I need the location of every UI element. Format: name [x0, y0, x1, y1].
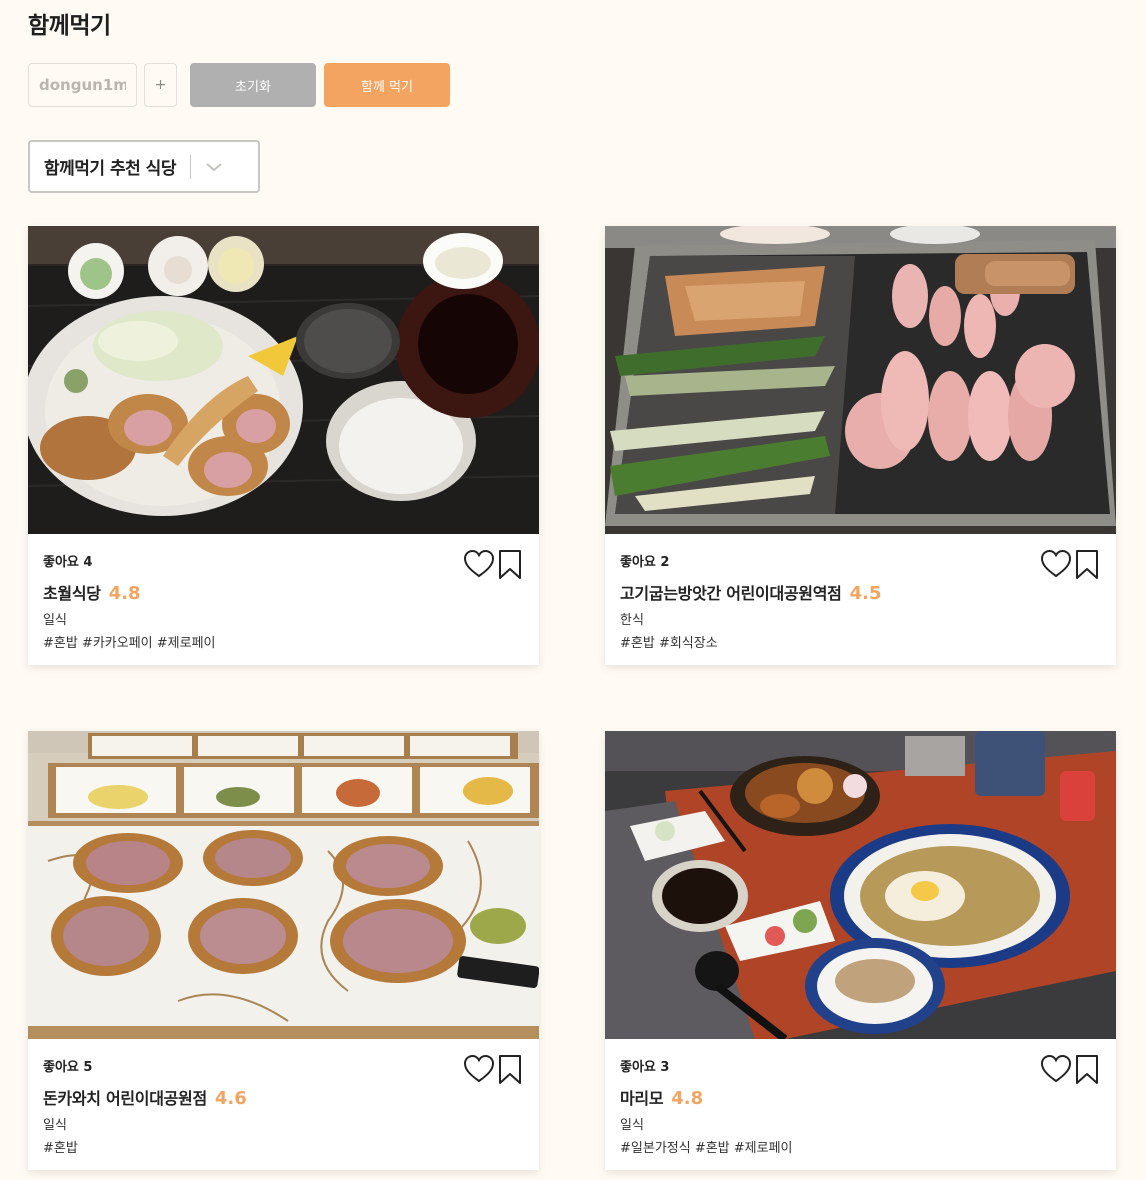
restaurant-title-row: 마리모 4.8: [620, 1085, 703, 1109]
tonkatsu-plate-photo: [28, 731, 539, 1039]
page-title: 함께먹기: [28, 13, 111, 39]
name-input[interactable]: [28, 63, 137, 107]
recommend-dropdown[interactable]: 함께먹기 추천 식당: [28, 140, 260, 193]
restaurant-rating: 4.6: [214, 1088, 247, 1109]
restaurant-category: 일식: [620, 1118, 644, 1133]
restaurant-category: 일식: [43, 1118, 67, 1133]
dropdown-divider: [189, 154, 191, 179]
heart-icon[interactable]: [463, 1054, 495, 1084]
restaurant-rating: 4.8: [671, 1088, 704, 1109]
tonkatsu-set-photo: [28, 226, 539, 534]
bookmark-icon[interactable]: [1075, 1054, 1099, 1085]
bookmark-icon[interactable]: [498, 549, 522, 580]
heart-icon[interactable]: [1040, 549, 1072, 579]
likes-count: 좋아요 5: [43, 1060, 93, 1075]
restaurant-tags: #일본가정식 #혼밥 #제로페이: [620, 1141, 793, 1156]
restaurant-card[interactable]: 좋아요 5 돈카와치 어린이대공원점 4.6 일식 #혼밥: [28, 731, 539, 1170]
add-name-button[interactable]: +: [144, 63, 177, 107]
heart-icon[interactable]: [1040, 1054, 1072, 1084]
restaurant-rating: 4.8: [108, 583, 141, 604]
heart-icon[interactable]: [463, 549, 495, 579]
restaurant-tags: #혼밥: [43, 1141, 78, 1156]
restaurant-card[interactable]: 좋아요 3 마리모 4.8 일식 #일본가정식 #혼밥 #제로페이: [605, 731, 1116, 1170]
restaurant-name[interactable]: 초월식당: [43, 580, 101, 604]
reset-button[interactable]: 초기화: [190, 63, 316, 107]
restaurant-rating: 4.5: [849, 583, 882, 604]
bookmark-icon[interactable]: [498, 1054, 522, 1085]
together-controls: + 초기화 함께 먹기: [28, 63, 450, 107]
eat-together-button[interactable]: 함께 먹기: [324, 63, 450, 107]
likes-count: 좋아요 3: [620, 1060, 670, 1075]
dropdown-selected-label: 함께먹기 추천 식당: [44, 159, 176, 179]
restaurant-name[interactable]: 돈카와치 어린이대공원점: [43, 1085, 207, 1109]
bookmark-icon[interactable]: [1075, 549, 1099, 580]
restaurant-title-row: 고기굽는방앗간 어린이대공원역점 4.5: [620, 580, 881, 604]
chevron-down-icon[interactable]: [204, 157, 224, 177]
restaurant-card[interactable]: 좋아요 2 고기굽는방앗간 어린이대공원역점 4.5 한식 #혼밥 #회식장소: [605, 226, 1116, 665]
restaurant-card[interactable]: 좋아요 4 초월식당 4.8 일식 #혼밥 #카카오페이 #제로페이: [28, 226, 539, 665]
restaurant-name[interactable]: 마리모: [620, 1085, 664, 1109]
restaurant-category: 한식: [620, 613, 644, 628]
likes-count: 좋아요 2: [620, 555, 670, 570]
likes-count: 좋아요 4: [43, 555, 93, 570]
restaurant-name[interactable]: 고기굽는방앗간 어린이대공원역점: [620, 580, 842, 604]
pork-grill-photo: [605, 226, 1116, 534]
restaurant-tags: #혼밥 #회식장소: [620, 636, 718, 651]
ramen-set-photo: [605, 731, 1116, 1039]
restaurant-title-row: 초월식당 4.8: [43, 580, 141, 604]
restaurant-tags: #혼밥 #카카오페이 #제로페이: [43, 636, 216, 651]
restaurant-category: 일식: [43, 613, 67, 628]
restaurant-title-row: 돈카와치 어린이대공원점 4.6: [43, 1085, 247, 1109]
